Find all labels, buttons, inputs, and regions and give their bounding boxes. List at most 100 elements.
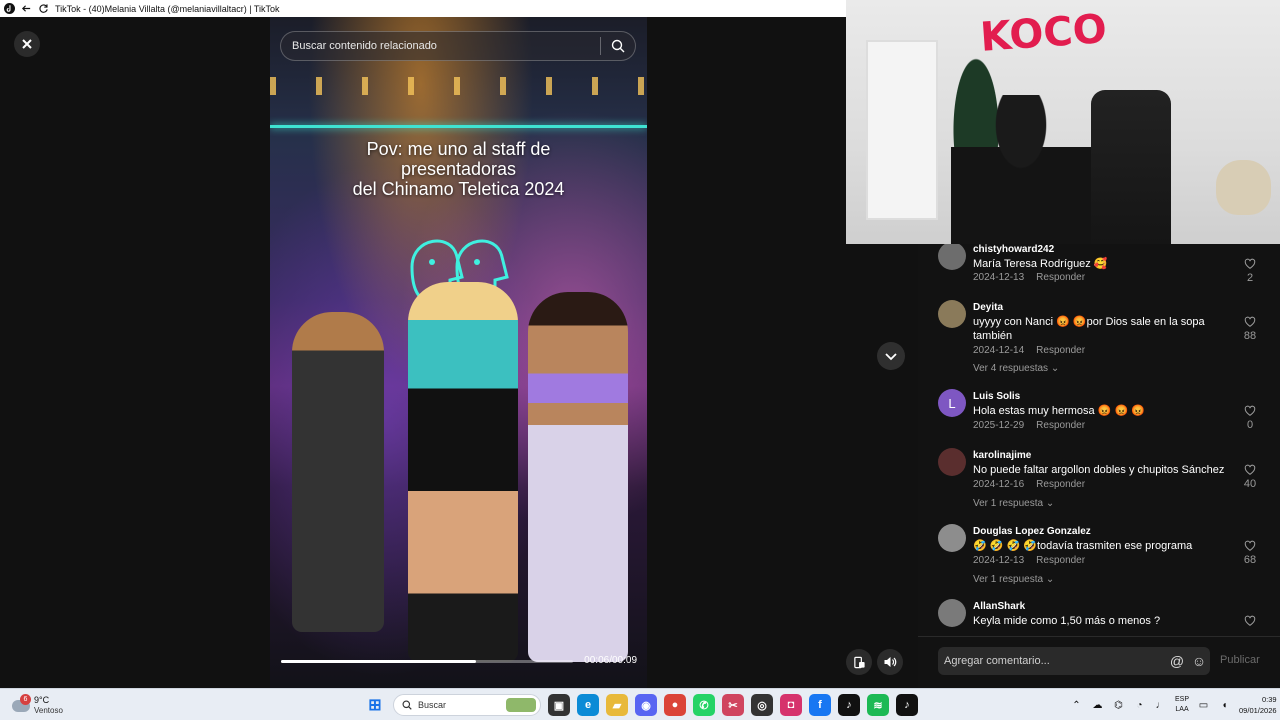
close-icon: [22, 39, 32, 49]
chrome-icon[interactable]: ●: [664, 694, 686, 716]
speaker-icon[interactable]: ◖: [1218, 699, 1231, 712]
comment-avatar[interactable]: [938, 599, 966, 627]
close-button[interactable]: [14, 31, 40, 57]
comment-date: 2024-12-13: [973, 555, 1025, 566]
like-button[interactable]: 2: [1240, 258, 1260, 284]
video-progress-bar[interactable]: [281, 660, 573, 663]
snipping-icon[interactable]: ✂: [722, 694, 744, 716]
presenter-right: [528, 292, 628, 662]
post-comment-button[interactable]: Publicar: [1220, 654, 1260, 666]
emoji-icon[interactable]: ☺: [1188, 650, 1210, 672]
view-replies-link[interactable]: Ver 1 respuesta ⌄: [973, 498, 1054, 509]
chevron-down-icon: ⌄: [1045, 498, 1055, 509]
webcam-skull: [1216, 160, 1271, 215]
clock[interactable]: 0:39 09/01/2026: [1239, 694, 1277, 716]
search-button[interactable]: [601, 31, 635, 61]
chevron-up-icon[interactable]: ⌃: [1070, 699, 1083, 712]
comment-input[interactable]: [938, 655, 1166, 667]
chevron-down-icon: ⌄: [1045, 574, 1055, 585]
comment-text: María Teresa Rodríguez 🥰: [973, 258, 1108, 270]
reply-link[interactable]: Responder: [1036, 479, 1085, 490]
notification-badge: 6: [20, 694, 31, 705]
like-button[interactable]: [1240, 615, 1260, 629]
related-search-bar: [280, 31, 636, 61]
comment-avatar[interactable]: [938, 244, 966, 270]
comment-username[interactable]: Deyita: [973, 302, 1003, 313]
comment-avatar[interactable]: L: [938, 389, 966, 417]
presenter-left: [292, 312, 384, 632]
comment-username[interactable]: AllanShark: [973, 601, 1025, 612]
related-search-input[interactable]: [281, 40, 600, 52]
comment-input-box: @ ☺: [938, 647, 1210, 675]
onedrive-icon[interactable]: ☁: [1091, 699, 1104, 712]
windows-taskbar: 6 9°C Ventoso ⊞ Buscar ▣ e ▰ ◉ ● ✆ ✂ ◎ ◘ f ♪ ≋ ♪ ⌃ ☁…: [0, 688, 1280, 720]
language-indicator[interactable]: ESP LAA: [1175, 695, 1189, 715]
reply-link[interactable]: Responder: [1036, 555, 1085, 566]
microphone-icon[interactable]: ♩: [1154, 699, 1167, 712]
volume-icon: [884, 657, 897, 667]
instagram-icon[interactable]: ◘: [780, 694, 802, 716]
comment-username[interactable]: karolinajime: [973, 450, 1031, 461]
windows-start-icon[interactable]: ⊞: [364, 694, 386, 716]
system-tray: ⌃ ☁ ⌬ ◔ ♩ ESP LAA ▭ ◖ 0:39 09/01/2026: [1070, 692, 1277, 718]
bluetooth-icon[interactable]: ⌬: [1112, 699, 1125, 712]
weather-condition: Ventoso: [34, 706, 63, 715]
overlay-line-1: Pov: me uno al staff de: [366, 139, 551, 159]
obs-icon[interactable]: ◎: [751, 694, 773, 716]
comment-username[interactable]: Luis Solis: [973, 391, 1020, 402]
discord-icon[interactable]: ◉: [635, 694, 657, 716]
taskbar-apps: ⊞ Buscar ▣ e ▰ ◉ ● ✆ ✂ ◎ ◘ f ♪ ≋ ♪: [364, 692, 918, 718]
whatsapp-icon[interactable]: ✆: [693, 694, 715, 716]
comment-username[interactable]: Douglas Lopez Gonzalez: [973, 526, 1091, 537]
comment-avatar[interactable]: [938, 524, 966, 552]
file-explorer-icon[interactable]: ▰: [606, 694, 628, 716]
taskbar-search[interactable]: Buscar: [393, 694, 541, 716]
like-count: 2: [1246, 272, 1254, 284]
comment-meta: 2024-12-13 Responder: [973, 555, 1085, 566]
like-count: 0: [1246, 419, 1254, 431]
heart-icon: [1240, 405, 1260, 419]
volume-button[interactable]: [877, 649, 903, 675]
reply-link[interactable]: Responder: [1036, 345, 1085, 356]
tiktok-active-icon[interactable]: ♪: [896, 694, 918, 716]
heart-icon: [1240, 615, 1260, 629]
reply-link[interactable]: Responder: [1036, 420, 1085, 431]
video-player[interactable]: Pov: me uno al staff de presentadoras de…: [270, 17, 647, 688]
like-button[interactable]: 88: [1240, 316, 1260, 342]
search-icon: [402, 700, 412, 710]
back-arrow-icon[interactable]: [21, 3, 32, 14]
wifi-icon[interactable]: ◔: [1133, 699, 1146, 712]
next-video-button[interactable]: [877, 342, 905, 370]
reload-icon[interactable]: [38, 3, 49, 14]
task-view-icon[interactable]: ▣: [548, 694, 570, 716]
like-button[interactable]: 68: [1240, 540, 1260, 566]
taskbar-search-label: Buscar: [418, 700, 447, 710]
video-progress-fill: [281, 660, 476, 663]
tiktok-logo-icon: [4, 3, 15, 14]
comment-text: uyyyy con Nanci 😡 😡por Dios sale en la s…: [973, 316, 1205, 342]
like-button[interactable]: 40: [1240, 464, 1260, 490]
facebook-icon[interactable]: f: [809, 694, 831, 716]
comment-avatar[interactable]: [938, 448, 966, 476]
edge-icon[interactable]: e: [577, 694, 599, 716]
view-replies-link[interactable]: Ver 4 respuestas ⌄: [973, 363, 1059, 374]
comments-panel[interactable]: chistyhoward242 María Teresa Rodríguez 🥰…: [918, 244, 1280, 636]
comment-text: Hola estas muy hermosa 😡 😡 😡: [973, 405, 1145, 417]
comment-meta: 2024-12-13 Responder: [973, 272, 1085, 283]
weather-widget[interactable]: 6 9°C Ventoso: [10, 693, 90, 719]
reply-link[interactable]: Responder: [1036, 272, 1085, 283]
mention-at-icon[interactable]: @: [1166, 650, 1188, 672]
comment-meta: 2025-12-29 Responder: [973, 420, 1085, 431]
comment-meta: 2024-12-14 Responder: [973, 345, 1085, 356]
comment-username[interactable]: chistyhoward242: [973, 244, 1054, 255]
search-icon: [611, 39, 625, 53]
comment-avatar[interactable]: [938, 300, 966, 328]
floating-player-button[interactable]: [846, 649, 872, 675]
spotify-icon[interactable]: ≋: [867, 694, 889, 716]
tiktok-icon[interactable]: ♪: [838, 694, 860, 716]
heart-icon: [1240, 540, 1260, 554]
like-button[interactable]: 0: [1240, 405, 1260, 431]
view-replies-link[interactable]: Ver 1 respuesta ⌄: [973, 574, 1054, 585]
overlay-line-3: del Chinamo Teletica 2024: [352, 179, 565, 199]
display-icon[interactable]: ▭: [1197, 699, 1210, 712]
